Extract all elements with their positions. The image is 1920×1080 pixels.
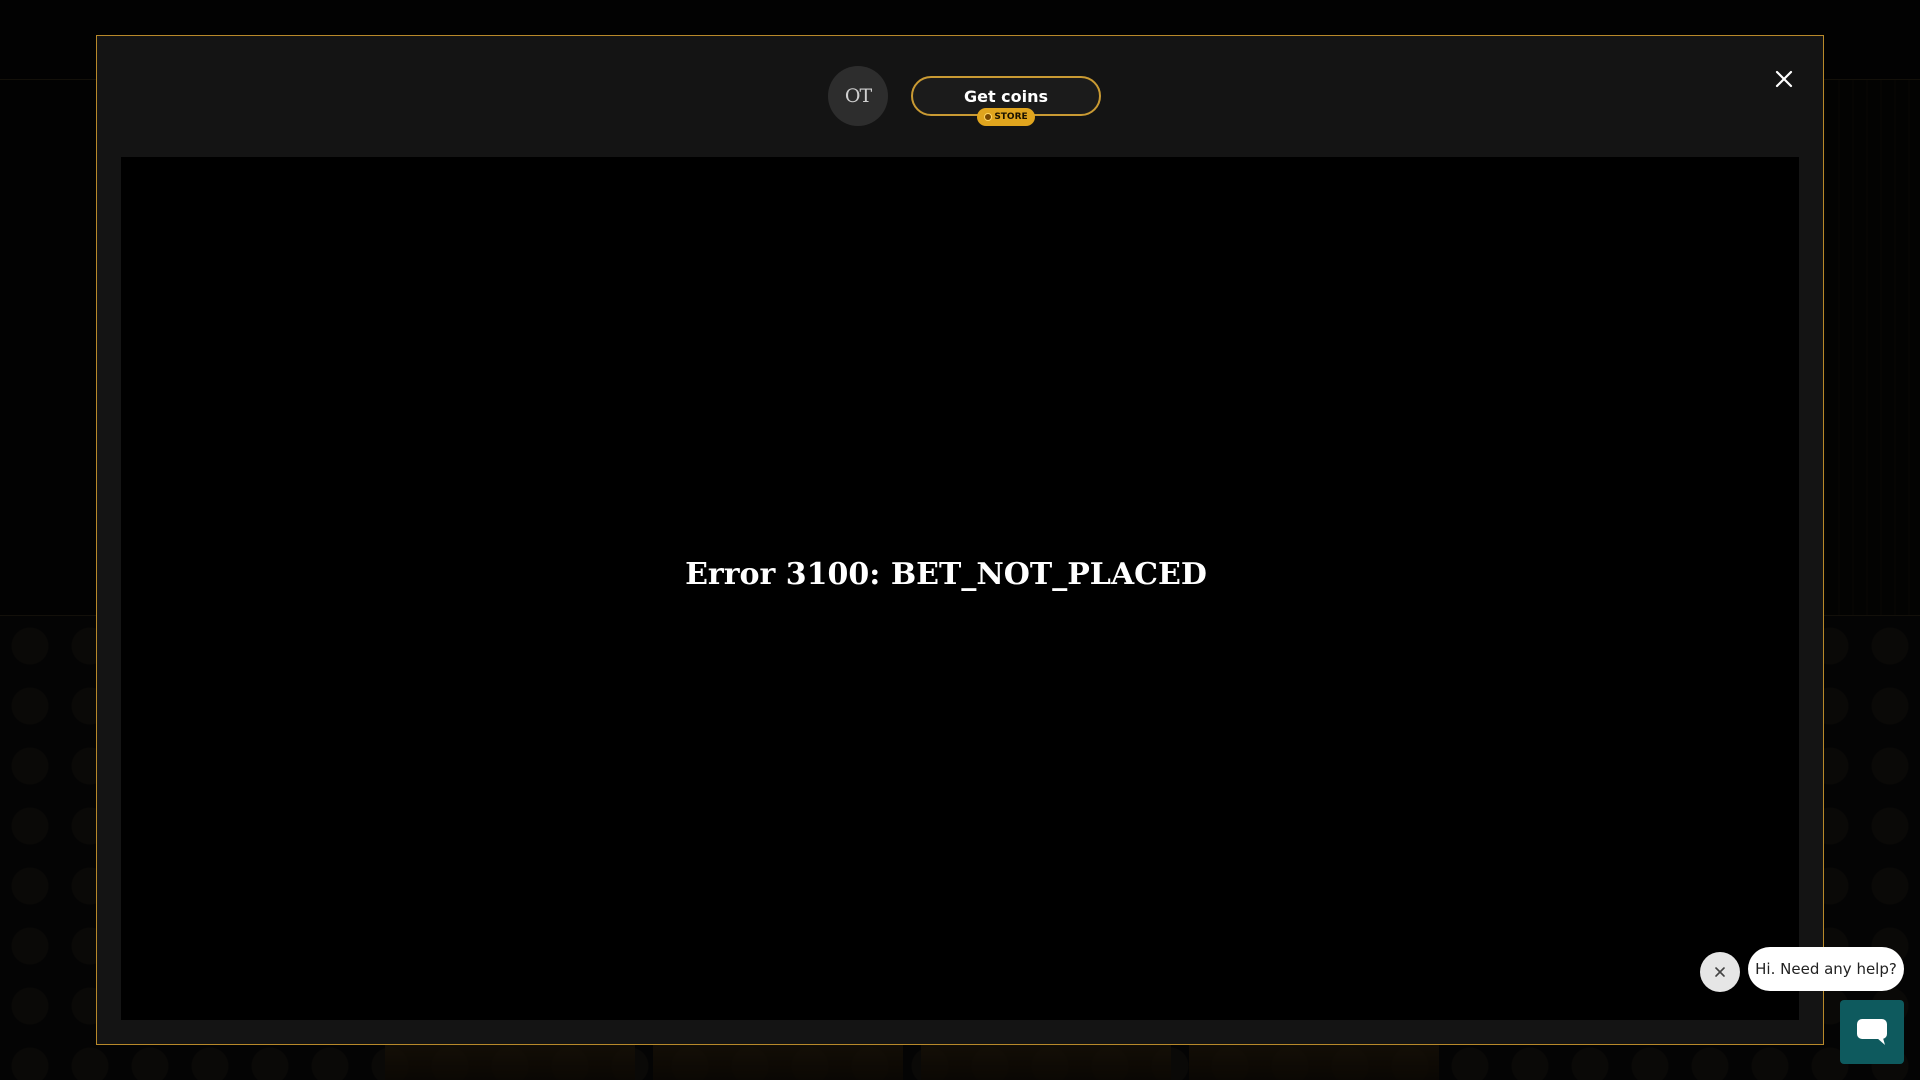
game-modal: OT Get coins STORE Error 3100: BET_NOT_P… bbox=[96, 35, 1824, 1045]
close-icon bbox=[1715, 967, 1725, 977]
chat-greeting-bubble[interactable]: Hi. Need any help? bbox=[1748, 947, 1904, 991]
chat-launcher-button[interactable] bbox=[1840, 1000, 1904, 1064]
chat-greeting-text: Hi. Need any help? bbox=[1755, 960, 1897, 978]
avatar[interactable]: OT bbox=[828, 66, 888, 126]
store-badge[interactable]: STORE bbox=[977, 108, 1035, 126]
store-badge-label: STORE bbox=[994, 112, 1028, 122]
error-message: Error 3100: BET_NOT_PLACED bbox=[685, 557, 1207, 592]
close-icon bbox=[1775, 70, 1793, 88]
modal-header: OT Get coins STORE bbox=[97, 36, 1823, 156]
coin-icon bbox=[984, 113, 993, 121]
game-frame[interactable]: Error 3100: BET_NOT_PLACED bbox=[121, 157, 1799, 1020]
close-button[interactable] bbox=[1769, 64, 1799, 94]
chat-dismiss-button[interactable] bbox=[1700, 952, 1740, 992]
chat-icon bbox=[1857, 1019, 1887, 1045]
get-coins-label: Get coins bbox=[963, 86, 1049, 106]
